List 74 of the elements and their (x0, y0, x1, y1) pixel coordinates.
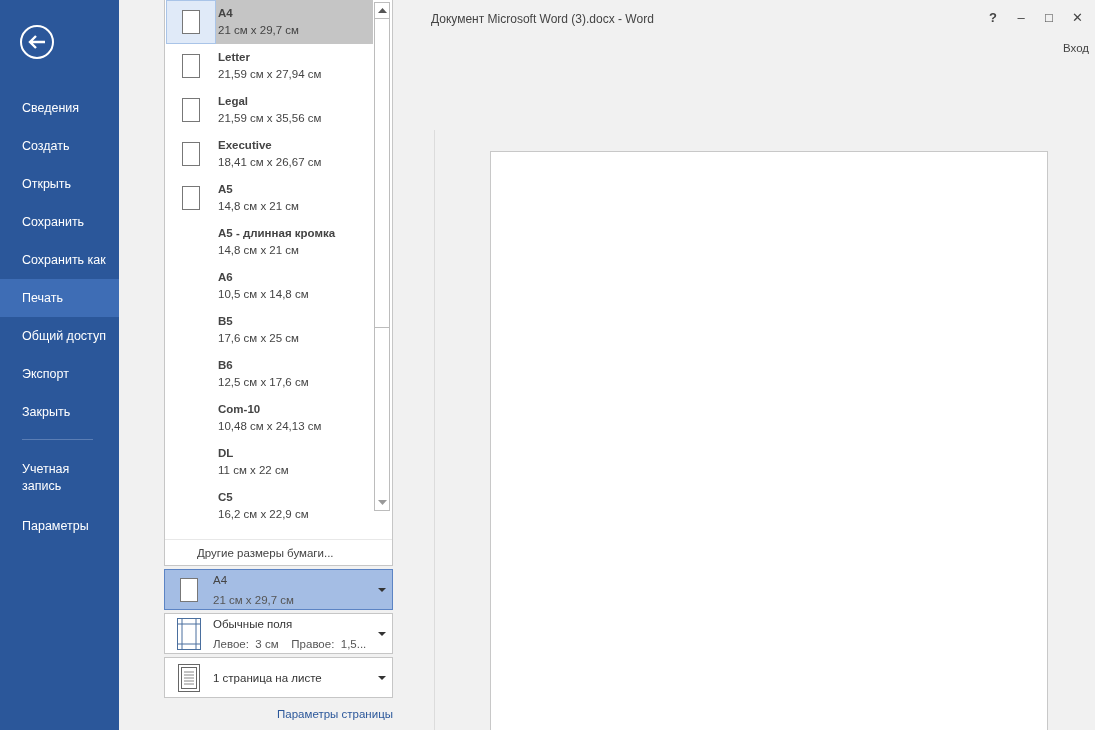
paper-size-option[interactable]: C5 16,2 см x 22,9 см (166, 484, 373, 528)
paper-dimensions: 11 см x 22 см (218, 463, 289, 478)
close-button[interactable]: ✕ (1065, 10, 1089, 26)
paper-size-option[interactable]: B6 12,5 см x 17,6 см (166, 352, 373, 396)
paper-name: C5 (218, 490, 234, 505)
settings-dropdown[interactable]: Обычные поля Левое: 3 см Правое: 1,5... (164, 613, 393, 654)
page-icon (182, 186, 200, 210)
maximize-button[interactable]: □ (1037, 10, 1061, 26)
paper-dimensions: 10,48 см x 24,13 см (218, 419, 322, 434)
paper-dimensions: 14,8 см x 21 см (218, 199, 300, 214)
paper-name: Executive (218, 138, 273, 153)
paper-dimensions: 10,5 см x 14,8 см (218, 287, 309, 302)
scrollbar[interactable] (374, 2, 390, 511)
paper-size-option[interactable]: A5 14,8 см x 21 см (166, 176, 373, 220)
help-button[interactable]: ? (981, 10, 1005, 26)
paper-name: B5 (218, 314, 234, 329)
paper-size-option[interactable]: A4 21 см x 29,7 см (166, 0, 373, 44)
page-icon (180, 577, 198, 602)
paper-dimensions: 17,6 см x 25 см (218, 331, 300, 346)
paper-name: A4 (218, 6, 234, 21)
paper-dimensions: 21 см x 29,7 см (218, 23, 300, 38)
sidebar-item[interactable]: Открыть (0, 165, 119, 203)
caret-icon (378, 631, 386, 636)
scrollbar-thumb[interactable] (375, 18, 389, 328)
sidebar-item[interactable]: Сведения (0, 89, 119, 127)
paper-dimensions: 21,59 см x 27,94 см (218, 67, 322, 82)
window-title: Документ Microsoft Word (3).docx - Word (431, 11, 654, 28)
sidebar-item[interactable]: Учетная запись (0, 448, 119, 507)
paper-size-option[interactable]: Com-10 10,48 см x 24,13 см (166, 396, 373, 440)
sidebar-item[interactable]: Создать (0, 127, 119, 165)
paper-name: Legal (218, 94, 250, 109)
paper-name: A5 - длинная кромка (218, 226, 336, 241)
page-icon (182, 98, 200, 122)
paper-dimensions: 21,59 см x 35,56 см (218, 111, 322, 126)
sidebar-item[interactable]: Параметры (0, 507, 119, 545)
settings-dropdown[interactable]: 1 страница на листе (164, 657, 393, 698)
paper-size-option[interactable]: DL 11 см x 22 см (166, 440, 373, 484)
paper-dimensions: 18,41 см x 26,67 см (218, 155, 322, 170)
back-icon[interactable] (19, 24, 55, 60)
paper-dimensions: 16,2 см x 22,9 см (218, 507, 309, 522)
page-icon (182, 10, 200, 34)
paper-name: A6 (218, 270, 234, 285)
minimize-button[interactable]: – (1009, 10, 1033, 26)
paper-size-option[interactable]: Executive 18,41 см x 26,67 см (166, 132, 373, 176)
sidebar-item[interactable]: Сохранить как (0, 241, 119, 279)
page-layout-icon (178, 663, 200, 692)
page-icon (182, 54, 200, 78)
sign-in-link[interactable]: Вход (1063, 40, 1089, 58)
paper-size-option[interactable]: A5 - длинная кромка 14,8 см x 21 см (166, 220, 373, 264)
paper-name: Letter (218, 50, 251, 65)
settings-dropdown[interactable]: A4 21 см x 29,7 см (164, 569, 393, 610)
paper-name: DL (218, 446, 235, 461)
sidebar-item[interactable]: Экспорт (0, 355, 119, 393)
paper-size-option[interactable]: Legal 21,59 см x 35,56 см (166, 88, 373, 132)
scroll-down-icon (377, 500, 387, 505)
scroll-up-icon (377, 8, 387, 13)
paper-dimensions: 12,5 см x 17,6 см (218, 375, 309, 390)
paper-dimensions: 14,8 см x 21 см (218, 243, 301, 258)
paper-name: B6 (218, 358, 234, 373)
sidebar-item[interactable]: Закрыть (0, 393, 119, 431)
caret-icon (378, 587, 386, 592)
page-icon (182, 142, 200, 166)
sidebar-item[interactable]: Сохранить (0, 203, 119, 241)
paper-size-option[interactable]: B5 17,6 см x 25 см (166, 308, 373, 352)
more-paper-sizes-item[interactable]: Другие размеры бумаги... (165, 539, 392, 565)
paper-name: A5 (218, 182, 234, 197)
paper-size-option[interactable]: A6 10,5 см x 14,8 см (166, 264, 373, 308)
caret-icon (378, 675, 386, 680)
margins-icon (177, 617, 201, 650)
sidebar-item[interactable]: Общий доступ (0, 317, 119, 355)
paper-size-option[interactable]: Letter 21,59 см x 27,94 см (166, 44, 373, 88)
paper-name: Com-10 (218, 402, 262, 417)
sidebar-item[interactable]: Печать (0, 279, 119, 317)
page-setup-link[interactable]: Параметры страницы (164, 706, 393, 724)
